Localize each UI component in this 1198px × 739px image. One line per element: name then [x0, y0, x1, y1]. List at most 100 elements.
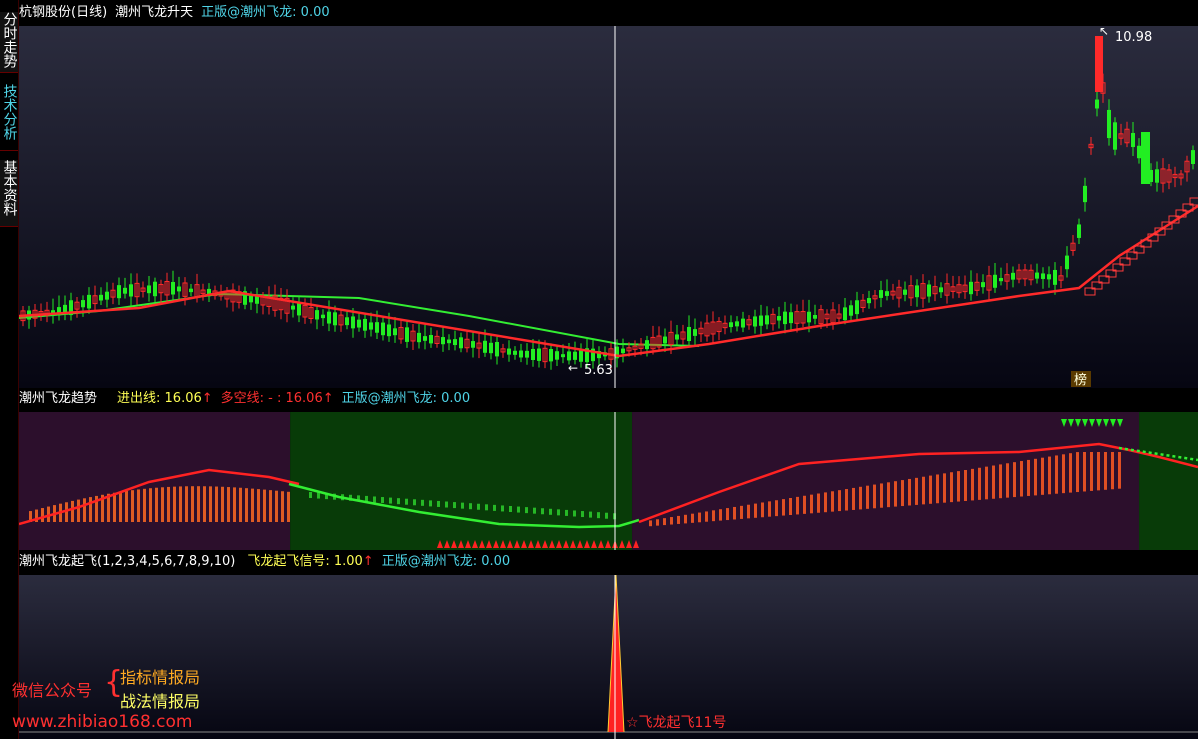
candle-body-down [123, 287, 127, 294]
trend-bar-red [677, 515, 680, 524]
candle-body-down [783, 311, 787, 325]
candle-body-down [1041, 273, 1045, 279]
watermark-line1: 指标情报局 [120, 668, 201, 687]
candle-body-down [483, 340, 487, 353]
trend-bar-red [684, 514, 687, 524]
trend-bar-red [1013, 462, 1016, 498]
signal-spike-label: ☆飞龙起飞11号 [626, 715, 726, 731]
trend-bar-red [1104, 452, 1107, 490]
candle-body-down [375, 322, 379, 333]
trend-bar-red [161, 487, 164, 522]
candle-body-down [999, 278, 1003, 282]
trend-bar-green [317, 492, 320, 499]
trend-bar-red [705, 511, 708, 522]
chart-background [19, 26, 1198, 388]
trend-bar-red [845, 489, 848, 511]
candle-body-down [381, 322, 385, 336]
copyright-text: 正版@潮州飞龙: 0.00 [201, 5, 330, 20]
trend-bar-red [922, 476, 925, 505]
trend-bar-red [239, 487, 242, 522]
candle-body-down [729, 322, 733, 328]
trend-bar-red [185, 486, 188, 522]
candle-body-down [393, 328, 397, 336]
trend-bar-green [381, 497, 384, 504]
candle-body-down [489, 342, 493, 354]
watermark-url[interactable]: www.zhibiao168.com [12, 712, 192, 732]
trend-bar-red [733, 506, 736, 520]
trend-svg [19, 412, 1198, 550]
candle-body-down [645, 340, 649, 350]
trend-bar-green [389, 497, 392, 504]
candle-body-down [927, 284, 931, 297]
candle-body-down [1011, 272, 1015, 280]
trend-bar-red [663, 518, 666, 526]
trend-bar-red [173, 486, 176, 522]
trend-bar-red [167, 486, 170, 522]
trend-bar-red [964, 470, 967, 501]
candle-body-down [189, 288, 193, 293]
trend-chart[interactable] [19, 412, 1198, 550]
tab-fundamentals[interactable]: 基本资料 [0, 160, 18, 227]
trend-copyright: 正版@潮州飞龙: 0.00 [341, 391, 471, 406]
candle-body-down [459, 337, 463, 349]
candle-body-down [1191, 150, 1195, 165]
candle-body-down [291, 305, 295, 310]
trend-bar-red [656, 519, 659, 526]
candle-body-down [255, 296, 259, 304]
trend-bar-red [999, 464, 1002, 499]
signal-svg: ☆飞龙起飞11号 [19, 575, 1198, 739]
candle-body-down [879, 290, 883, 298]
candle-body-down [675, 334, 679, 340]
candle-body-down [369, 322, 373, 330]
candle-body-down [555, 351, 559, 360]
candle-body-down [387, 324, 391, 337]
trend-bar-red [817, 493, 820, 513]
trend-bar-red [719, 509, 722, 521]
trend-bar-red [191, 486, 194, 522]
tab-technical[interactable]: 技术分析 [0, 84, 18, 151]
candle-body-down [99, 294, 103, 301]
trend-bar-red [233, 487, 236, 522]
main-candlestick-chart[interactable]: 10.98 ↖ 5.63 ← 榜 [19, 26, 1198, 388]
trend-bar-red [901, 480, 904, 507]
candle-body-down [519, 350, 523, 358]
trend-bar-red [950, 472, 953, 503]
candle-body-down [429, 335, 433, 344]
candle-body-down [471, 341, 475, 348]
signal-arrow-icon: ↑ [362, 554, 374, 569]
entry-line-value: 进出线: 16.06 [117, 391, 202, 406]
signal-chart[interactable]: ☆飞龙起飞11号 [19, 575, 1198, 739]
trend-bar-red [712, 510, 715, 522]
candle-body-down [1083, 185, 1087, 203]
trend-bar-green [501, 505, 504, 512]
trend-bar-red [978, 467, 981, 500]
trend-bar-green [573, 510, 576, 517]
trend-bar-red [1062, 454, 1065, 494]
candle-body-down [249, 295, 253, 303]
candle-body-down [531, 348, 535, 361]
trend-bar-red [1118, 452, 1121, 489]
candle-body-down [843, 307, 847, 321]
candle-body-down [573, 351, 577, 360]
trend-bar-red [227, 487, 230, 522]
candle-body-down [561, 354, 565, 358]
candle-body-down [423, 336, 427, 341]
trend-bar-red [1055, 455, 1058, 494]
candle-body-down [363, 318, 367, 331]
trend-bar-red [1020, 461, 1023, 497]
tab-intraday[interactable]: 分时走势 [0, 12, 18, 73]
trend-bar-red [41, 508, 44, 522]
trend-bar-green [373, 496, 376, 503]
candle-body-down [993, 274, 997, 288]
trend-bar-red [796, 496, 799, 515]
high-arrow: ↖ [1099, 26, 1109, 38]
trend-bar-red [215, 486, 218, 522]
trend-bar-green [413, 499, 416, 506]
trend-bar-red [887, 482, 890, 508]
trend-bar-red [269, 490, 272, 522]
trend-bar-red [287, 491, 290, 522]
candle-body-down [321, 314, 325, 319]
trend-bar-red [1097, 452, 1100, 491]
trend-bar-red [873, 484, 876, 509]
trend-bar-green [525, 507, 528, 514]
